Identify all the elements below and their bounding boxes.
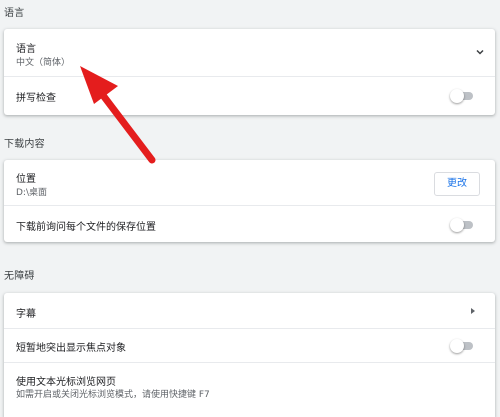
language-card: 语言 中文（简体） 拼写检查 [4, 29, 495, 115]
section-title-language: 语言 [4, 8, 25, 19]
captions-row[interactable]: 字幕 [4, 293, 495, 328]
language-value: 中文（简体） [16, 58, 71, 68]
toggle-knob [450, 89, 464, 103]
location-label: 位置 [16, 174, 36, 185]
section-title-accessibility: 无障碍 [4, 271, 35, 282]
caret-browsing-label: 使用文本光标浏览网页 [16, 377, 116, 388]
download-location-row: 位置 D:\桌面 更改 [4, 160, 495, 205]
focus-highlight-row[interactable]: 短暂地突出显示焦点对象 [4, 328, 495, 362]
focus-highlight-toggle[interactable] [450, 339, 473, 353]
spellcheck-label: 拼写检查 [16, 93, 56, 104]
language-row[interactable]: 语言 中文（简体） [4, 29, 495, 76]
toggle-knob [450, 218, 464, 232]
location-value: D:\桌面 [16, 188, 47, 198]
section-title-downloads: 下载内容 [4, 139, 45, 150]
spellcheck-row[interactable]: 拼写检查 [4, 76, 495, 115]
caret-browsing-description: 如需开启或关闭光标浏览模式，请使用快捷键 F7 [16, 390, 210, 400]
toggle-knob [450, 339, 464, 353]
downloads-card: 位置 D:\桌面 更改 下载前询问每个文件的保存位置 [4, 160, 495, 242]
focus-highlight-label: 短暂地突出显示焦点对象 [16, 343, 126, 354]
chevron-down-icon[interactable] [475, 47, 485, 57]
ask-save-location-toggle[interactable] [450, 218, 473, 232]
language-label: 语言 [16, 44, 36, 55]
ask-save-location-row[interactable]: 下载前询问每个文件的保存位置 [4, 205, 495, 242]
caret-browsing-row[interactable]: 使用文本光标浏览网页 如需开启或关闭光标浏览模式，请使用快捷键 F7 [4, 362, 495, 417]
triangle-right-icon[interactable] [471, 308, 475, 314]
spellcheck-toggle[interactable] [450, 89, 473, 103]
captions-label: 字幕 [16, 309, 36, 320]
change-location-button[interactable]: 更改 [434, 172, 480, 196]
accessibility-card: 字幕 短暂地突出显示焦点对象 使用文本光标浏览网页 如需开启或关闭光标浏览模式，… [4, 293, 495, 417]
ask-save-location-label: 下载前询问每个文件的保存位置 [16, 222, 156, 233]
